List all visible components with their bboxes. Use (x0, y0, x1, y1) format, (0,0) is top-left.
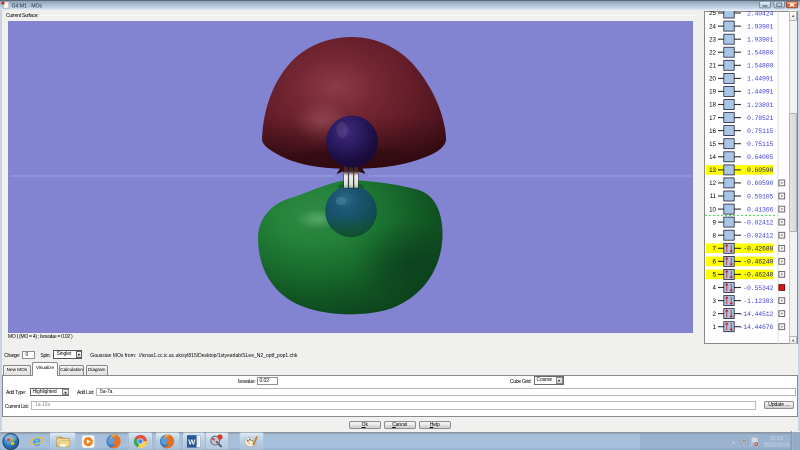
svg-text:21: 21 (709, 62, 716, 69)
svg-text:1.44991: 1.44991 (747, 75, 774, 82)
svg-text:-0.46240: -0.46240 (743, 258, 773, 265)
svg-text:W: W (188, 437, 196, 446)
svg-text:-1.12383: -1.12383 (743, 297, 773, 304)
svg-text:15: 15 (709, 140, 716, 147)
svg-text:2.40424: 2.40424 (747, 11, 774, 17)
svg-text:-0.55342: -0.55342 (743, 284, 773, 291)
svg-text:1: 1 (712, 323, 716, 330)
svg-text:e: e (33, 433, 41, 450)
svg-text:18: 18 (709, 101, 716, 108)
svg-text:-14.44512: -14.44512 (739, 310, 773, 317)
svg-text:1.44991: 1.44991 (747, 88, 774, 95)
svg-text:22: 22 (709, 49, 716, 56)
svg-text:17: 17 (709, 114, 716, 121)
svg-text:1.54800: 1.54800 (747, 49, 774, 56)
svg-text:16: 16 (709, 127, 716, 134)
svg-text:10: 10 (709, 206, 716, 213)
svg-text:-0.02412: -0.02412 (743, 219, 773, 226)
svg-text:20: 20 (709, 75, 716, 82)
svg-text:5: 5 (712, 271, 716, 278)
svg-text:11: 11 (709, 193, 716, 200)
svg-text:24: 24 (709, 23, 716, 30)
svg-text:2: 2 (712, 310, 716, 317)
svg-text:0.78521: 0.78521 (747, 114, 774, 121)
svg-text:-0.42688: -0.42688 (743, 245, 773, 252)
svg-text:1.23891: 1.23891 (747, 101, 774, 108)
svg-text:0.64005: 0.64005 (747, 154, 774, 161)
svg-text:0.60590: 0.60590 (747, 167, 774, 174)
svg-text:0.41366: 0.41366 (747, 206, 774, 213)
svg-text:8: 8 (712, 232, 716, 239)
svg-text:14: 14 (709, 154, 716, 161)
svg-text:0.60590: 0.60590 (747, 180, 774, 187)
svg-text:-0.46240: -0.46240 (743, 271, 773, 278)
svg-text:0.75115: 0.75115 (747, 141, 774, 148)
svg-text:-14.44676: -14.44676 (739, 324, 773, 331)
svg-text:G4:M1 - MOs: G4:M1 - MOs (12, 3, 43, 9)
svg-text:3: 3 (712, 297, 716, 304)
svg-text:1.54800: 1.54800 (747, 62, 774, 69)
svg-text:4: 4 (712, 284, 716, 291)
svg-text:0.75115: 0.75115 (747, 127, 774, 134)
svg-text:12: 12 (709, 180, 716, 187)
svg-text:19: 19 (709, 88, 716, 95)
svg-text:-0.02412: -0.02412 (743, 232, 773, 239)
svg-text:23: 23 (709, 36, 716, 43)
svg-text:6: 6 (712, 258, 716, 265)
svg-text:9: 9 (712, 219, 716, 226)
svg-text:7: 7 (712, 245, 716, 252)
svg-text:1.93901: 1.93901 (747, 23, 774, 30)
svg-text:0.59105: 0.59105 (747, 193, 774, 200)
svg-text:1.93901: 1.93901 (747, 36, 774, 43)
svg-text:13: 13 (709, 167, 716, 174)
svg-text:25: 25 (709, 11, 716, 17)
